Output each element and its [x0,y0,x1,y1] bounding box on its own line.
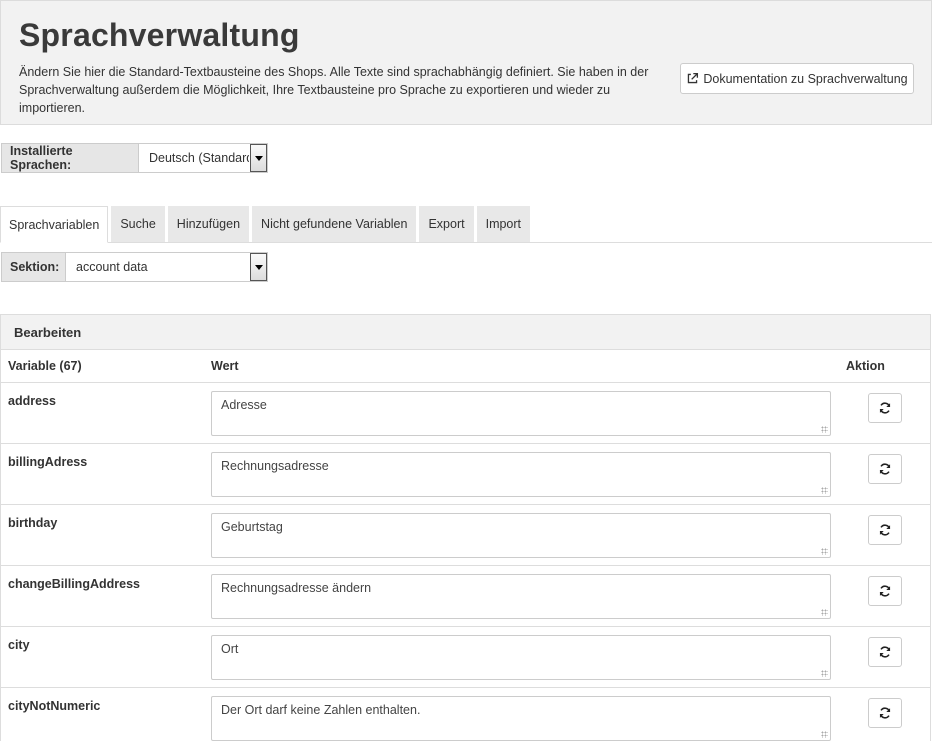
tab-suche[interactable]: Suche [111,206,165,242]
variable-name: address [8,394,56,408]
value-text: Geburtstag [221,520,283,534]
panel-title: Bearbeiten [1,315,930,350]
language-selector: Installierte Sprachen: Deutsch (Standard… [1,143,268,173]
table-row: city Ort [1,627,930,688]
value-textarea[interactable]: Geburtstag [211,513,831,558]
refresh-icon [879,646,891,658]
value-text: Der Ort darf keine Zahlen enthalten. [221,703,421,717]
section-label: Sektion: [1,252,66,282]
resize-grip-icon[interactable] [821,731,828,738]
section-select-value: account data [76,260,148,274]
value-text: Ort [221,642,239,656]
language-select-value: Deutsch (Standard) [149,151,249,165]
reset-button[interactable] [868,454,902,484]
variable-name: billingAdress [8,455,88,469]
table-row: cityNotNumeric Der Ort darf keine Zahlen … [1,688,930,741]
refresh-icon [879,463,891,475]
tab-import[interactable]: Import [476,206,531,242]
documentation-button-label: Dokumentation zu Sprachverwaltung [703,71,908,86]
value-text: Rechnungsadresse ändern [221,581,372,595]
tab-bar: Sprachvariablen Suche Hinzufügen Nicht g… [0,206,932,243]
table-row: billingAdress Rechnungsadresse [1,444,930,505]
reset-button[interactable] [868,515,902,545]
tab-export[interactable]: Export [419,206,474,242]
variable-name: changeBillingAddress [8,577,140,591]
table-row: birthday Geburtstag [1,505,930,566]
value-text: Adresse [221,398,267,412]
resize-grip-icon[interactable] [821,487,828,494]
section-select[interactable]: account data [66,252,268,282]
section-selector: Sektion: account data [1,252,268,282]
chevron-down-icon[interactable] [250,144,267,172]
refresh-icon [879,402,891,414]
reset-button[interactable] [868,698,902,728]
refresh-icon [879,585,891,597]
variable-name: birthday [8,516,58,530]
language-select[interactable]: Deutsch (Standard) [139,143,268,173]
value-textarea[interactable]: Ort [211,635,831,680]
reset-button[interactable] [868,637,902,667]
resize-grip-icon[interactable] [821,548,828,555]
resize-grip-icon[interactable] [821,670,828,677]
table-row: changeBillingAddress Rechnungsadresse änd… [1,566,930,627]
variable-name: cityNotNumeric [8,699,101,713]
documentation-button[interactable]: Dokumentation zu Sprachverwaltung [680,63,914,94]
reset-button[interactable] [868,393,902,423]
page-title: Sprachverwaltung [19,17,300,53]
column-variable: Variable (67) [8,359,82,373]
value-textarea[interactable]: Rechnungsadresse ändern [211,574,831,619]
refresh-icon [879,707,891,719]
table-row: address Adresse [1,383,930,444]
resize-grip-icon[interactable] [821,426,828,433]
page-description: Ändern Sie hier die Standard-Textbaustei… [19,65,649,115]
value-textarea[interactable]: Der Ort darf keine Zahlen enthalten. [211,696,831,741]
tab-hinzufuegen[interactable]: Hinzufügen [167,206,250,242]
column-value: Wert [211,359,239,373]
value-textarea[interactable]: Adresse [211,391,831,436]
refresh-icon [879,524,891,536]
variable-name: city [8,638,30,652]
external-link-icon [688,72,699,84]
edit-panel: Bearbeiten Variable (67) Wert Aktion add… [0,314,931,741]
chevron-down-icon[interactable] [250,253,267,281]
page-header: Sprachverwaltung Ändern Sie hier die Sta… [0,0,932,125]
value-text: Rechnungsadresse [221,459,329,473]
resize-grip-icon[interactable] [821,609,828,616]
tab-sprachvariablen[interactable]: Sprachvariablen [0,206,109,243]
tab-nicht-gefundene-variablen[interactable]: Nicht gefundene Variablen [252,206,417,242]
column-action: Aktion [846,359,885,373]
reset-button[interactable] [868,576,902,606]
value-textarea[interactable]: Rechnungsadresse [211,452,831,497]
language-label: Installierte Sprachen: [1,143,139,173]
table-header: Variable (67) Wert Aktion [1,350,930,383]
